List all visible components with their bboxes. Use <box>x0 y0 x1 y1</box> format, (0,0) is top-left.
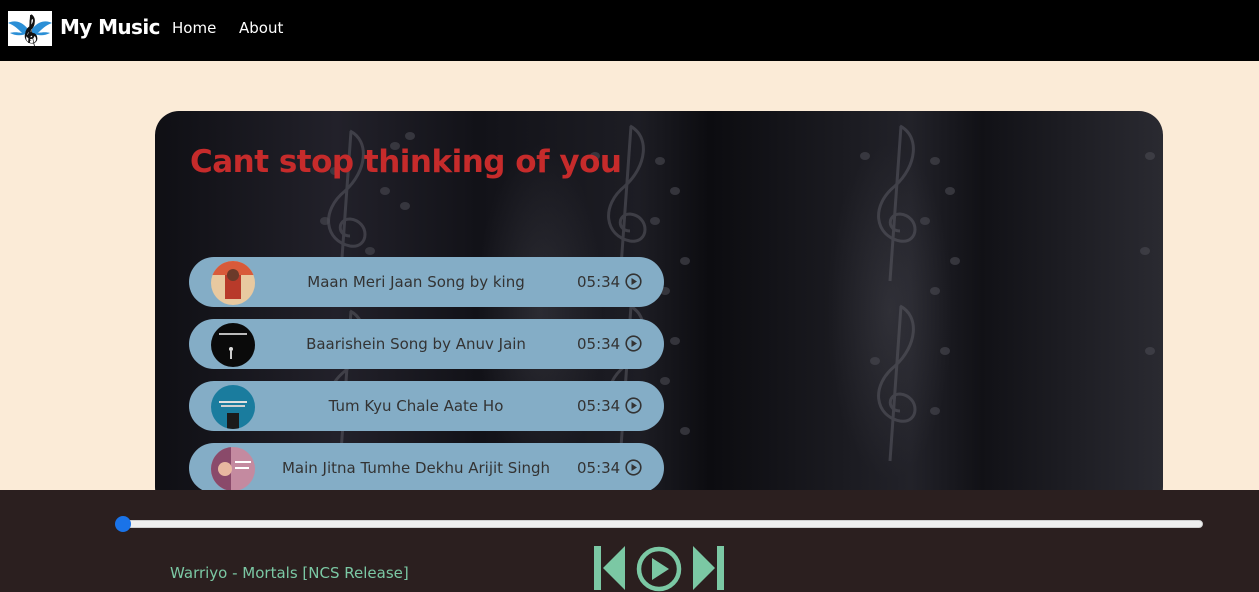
song-item[interactable]: Tum Kyu Chale Aate Ho 05:34 <box>189 381 664 431</box>
song-name: Main Jitna Tumhe Dekhu Arijit Singh <box>281 459 551 477</box>
play-circle-icon[interactable] <box>625 459 642 476</box>
song-cover-image <box>211 323 255 367</box>
song-item[interactable]: Main Jitna Tumhe Dekhu Arijit Singh 05:3… <box>189 443 664 493</box>
play-circle-icon[interactable] <box>625 397 642 414</box>
song-cover-image <box>211 447 255 491</box>
play-circle-icon[interactable] <box>625 335 642 352</box>
logo-icon[interactable]: 𝄞 <box>8 11 52 46</box>
song-item[interactable]: Baarishein Song by Anuv Jain 05:34 <box>189 319 664 369</box>
song-item[interactable]: Maan Meri Jaan Song by king 05:34 <box>189 257 664 307</box>
progress-bar[interactable] <box>120 520 1203 528</box>
song-cover-image <box>211 261 255 305</box>
previous-icon[interactable] <box>594 546 626 590</box>
nav-link-home[interactable]: Home <box>172 19 216 37</box>
song-duration: 05:34 <box>577 459 621 477</box>
next-icon[interactable] <box>692 546 724 590</box>
navbar: 𝄞 My Music Home About <box>0 0 1259 61</box>
progress-slider-thumb[interactable] <box>115 516 131 532</box>
brand-title[interactable]: My Music <box>60 15 160 39</box>
song-name: Tum Kyu Chale Aate Ho <box>328 397 504 415</box>
song-name: Baarishein Song by Anuv Jain <box>306 335 526 353</box>
playlist-container: Cant stop thinking of you Maan Meri Jaan… <box>155 111 1163 511</box>
playlist-title: Cant stop thinking of you <box>190 144 622 180</box>
song-duration: 05:34 <box>577 273 621 291</box>
song-duration: 05:34 <box>577 397 621 415</box>
now-playing-title: Warriyo - Mortals [NCS Release] <box>170 564 409 582</box>
play-circle-icon[interactable] <box>625 273 642 290</box>
song-cover-image <box>211 385 255 429</box>
player-bar: Warriyo - Mortals [NCS Release] <box>0 490 1259 592</box>
play-icon[interactable] <box>634 546 684 592</box>
song-name: Maan Meri Jaan Song by king <box>307 273 525 291</box>
nav-link-about[interactable]: About <box>239 19 283 37</box>
song-duration: 05:34 <box>577 335 621 353</box>
